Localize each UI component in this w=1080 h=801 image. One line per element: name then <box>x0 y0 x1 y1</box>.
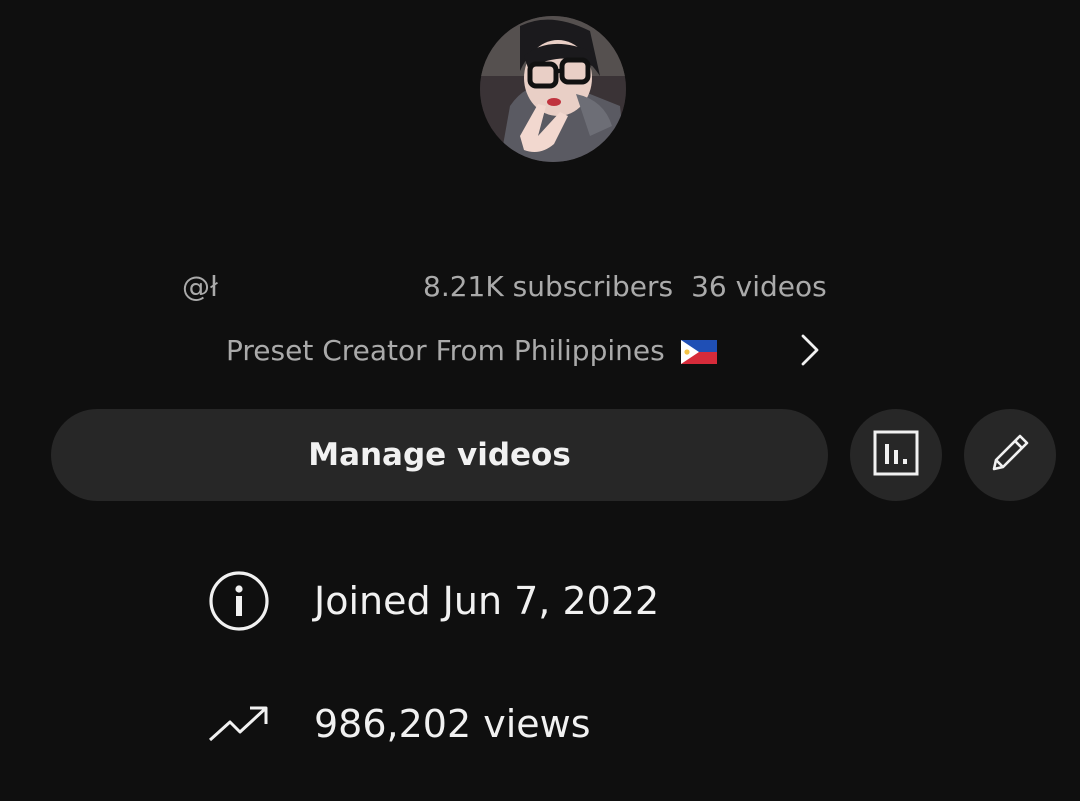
manage-videos-button[interactable]: Manage videos <box>51 409 828 501</box>
manage-videos-label: Manage videos <box>308 437 571 473</box>
channel-handle[interactable]: @ł <box>182 270 218 303</box>
joined-date: Joined Jun 7, 2022 <box>314 579 660 623</box>
avatar-photo <box>480 16 626 162</box>
philippines-flag-icon <box>680 338 717 364</box>
subscriber-count: 8.21K subscribers <box>423 270 674 303</box>
video-count: 36 videos <box>691 270 827 303</box>
chevron-right-icon[interactable] <box>796 332 824 368</box>
analytics-icon <box>873 430 919 480</box>
analytics-button[interactable] <box>850 409 942 501</box>
channel-meta: @ł 8.21K subscribers 36 videos <box>0 268 1080 308</box>
total-views: 986,202 views <box>314 702 591 746</box>
pencil-icon <box>986 429 1034 481</box>
description-text: Preset Creator From Philippines <box>226 333 665 367</box>
channel-avatar[interactable] <box>480 16 626 162</box>
edit-channel-button[interactable] <box>964 409 1056 501</box>
joined-date-row: Joined Jun 7, 2022 <box>208 571 659 631</box>
info-icon <box>208 570 270 632</box>
channel-description[interactable]: Preset Creator From Philippines <box>226 328 717 372</box>
total-views-row: 986,202 views <box>208 694 591 754</box>
trending-up-icon <box>208 693 270 755</box>
channel-stats: 8.21K subscribers 36 videos <box>423 270 827 303</box>
